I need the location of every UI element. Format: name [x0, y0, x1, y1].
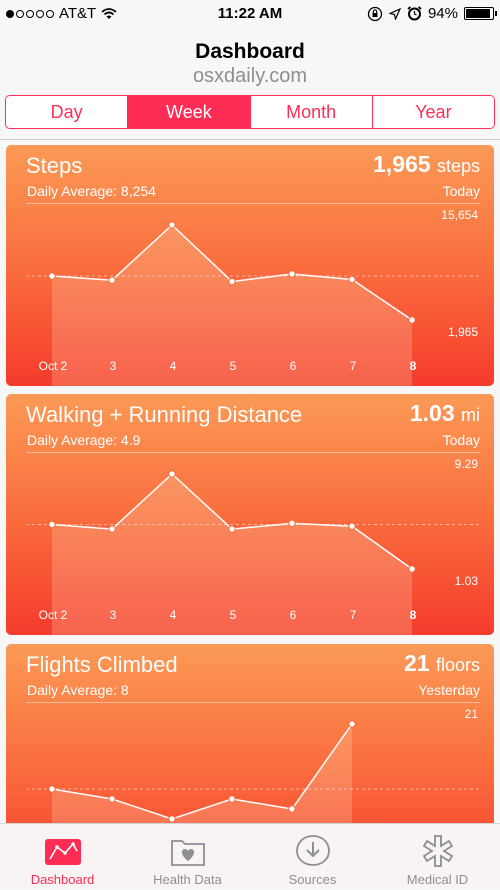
value-number: 21	[404, 650, 430, 676]
data-point	[408, 316, 416, 324]
chart-min-label: 1.03	[454, 574, 478, 588]
x-tick-label: 5	[229, 359, 237, 373]
battery-percent: 94%	[427, 5, 458, 22]
chart-top-line	[26, 452, 480, 453]
medical-id-icon	[422, 835, 454, 867]
battery-icon	[464, 7, 497, 20]
steps-chart	[26, 221, 480, 386]
card-title: Steps	[26, 153, 83, 178]
status-right: 94%	[367, 5, 497, 22]
daily-average: Daily Average: 4.9	[27, 432, 141, 448]
distance-card[interactable]: Walking + Running Distance Daily Average…	[6, 394, 494, 635]
tab-dashboard[interactable]: Dashboard	[0, 824, 125, 890]
x-tick-label: 6	[289, 359, 297, 373]
x-tick-label: 5	[229, 608, 237, 622]
data-point	[348, 522, 356, 530]
data-point	[108, 525, 116, 533]
tab-bar: Dashboard Health Data Sources Medical ID	[0, 823, 500, 889]
card-title: Flights Climbed	[26, 652, 178, 677]
data-point	[48, 785, 56, 793]
dashboard-icon	[45, 839, 81, 865]
tab-health-data[interactable]: Health Data	[125, 824, 250, 890]
battery-fill	[466, 9, 491, 18]
chart-min-label: 1,965	[447, 325, 478, 339]
x-tick-label: 3	[109, 359, 117, 373]
segment-month[interactable]: Month	[250, 96, 373, 128]
card-title: Walking + Running Distance	[26, 402, 303, 427]
value-date: Today	[442, 183, 480, 199]
daily-average: Daily Average: 8	[27, 682, 129, 698]
tab-sources[interactable]: Sources	[250, 824, 375, 890]
data-point	[168, 815, 176, 823]
value-number: 1.03	[409, 400, 455, 426]
page-title: Dashboard	[195, 40, 305, 63]
x-tick-label: 6	[289, 608, 297, 622]
location-icon	[388, 7, 401, 20]
divider	[0, 139, 500, 140]
steps-card[interactable]: Steps Daily Average: 8,254 1,965 steps T…	[6, 145, 494, 386]
value-date: Today	[442, 432, 480, 448]
rotation-lock-icon	[367, 6, 383, 21]
chart-max-label: 21	[464, 707, 478, 721]
data-point	[348, 720, 356, 728]
alarm-icon	[407, 6, 422, 21]
daily-average: Daily Average: 8,254	[27, 183, 156, 199]
x-tick-label: 4	[169, 608, 177, 622]
x-tick-label-today: 8	[409, 359, 417, 373]
segment-day[interactable]: Day	[6, 96, 129, 128]
data-point	[108, 276, 116, 284]
tab-label: Dashboard	[30, 872, 95, 887]
tab-label: Medical ID	[406, 872, 469, 887]
data-point	[348, 275, 356, 284]
data-point	[408, 565, 416, 573]
data-point	[288, 805, 296, 813]
tab-label: Sources	[288, 872, 337, 887]
data-point	[228, 277, 236, 286]
x-tick-label: 7	[349, 608, 357, 622]
data-point	[288, 519, 296, 528]
x-tick-label-today: 8	[409, 608, 417, 622]
data-point	[228, 525, 236, 533]
distance-chart	[26, 470, 480, 635]
header: Dashboard osxdaily.com	[0, 40, 500, 88]
x-tick-label: Oct 2	[38, 608, 68, 622]
x-tick-label: 7	[349, 359, 357, 373]
health-data-icon	[171, 840, 205, 866]
card-value: 21 floors	[404, 650, 480, 677]
segment-week[interactable]: Week	[128, 96, 251, 128]
data-point	[288, 270, 296, 278]
range-segmented-control: Day Week Month Year	[5, 95, 495, 129]
x-tick-label: 4	[169, 359, 177, 373]
chart-max-label: 9.29	[454, 457, 478, 471]
segment-year[interactable]: Year	[372, 96, 494, 128]
value-date: Yesterday	[418, 682, 480, 698]
data-point	[48, 272, 56, 280]
x-tick-label: Oct 2	[38, 359, 68, 373]
data-point	[168, 221, 176, 229]
value-number: 1,965	[373, 151, 431, 177]
chart-top-line	[26, 203, 480, 204]
chart-top-line	[26, 702, 480, 703]
chart-max-label: 15,654	[441, 208, 478, 222]
tab-medical-id[interactable]: Medical ID	[375, 824, 500, 890]
data-point	[48, 520, 56, 529]
sources-icon	[296, 835, 330, 866]
data-point	[228, 795, 236, 803]
x-tick-label: 3	[109, 608, 117, 622]
tab-label: Health Data	[153, 872, 222, 887]
data-point	[108, 795, 116, 803]
page-subtitle: osxdaily.com	[192, 65, 308, 87]
value-unit: steps	[436, 156, 480, 176]
value-unit: floors	[435, 655, 480, 675]
status-bar: AT&T 11:22 AM 94%	[0, 0, 500, 28]
card-value: 1.03 mi	[410, 400, 480, 427]
value-unit: mi	[461, 405, 480, 425]
data-point	[168, 470, 176, 478]
card-value: 1,965 steps	[373, 151, 480, 178]
